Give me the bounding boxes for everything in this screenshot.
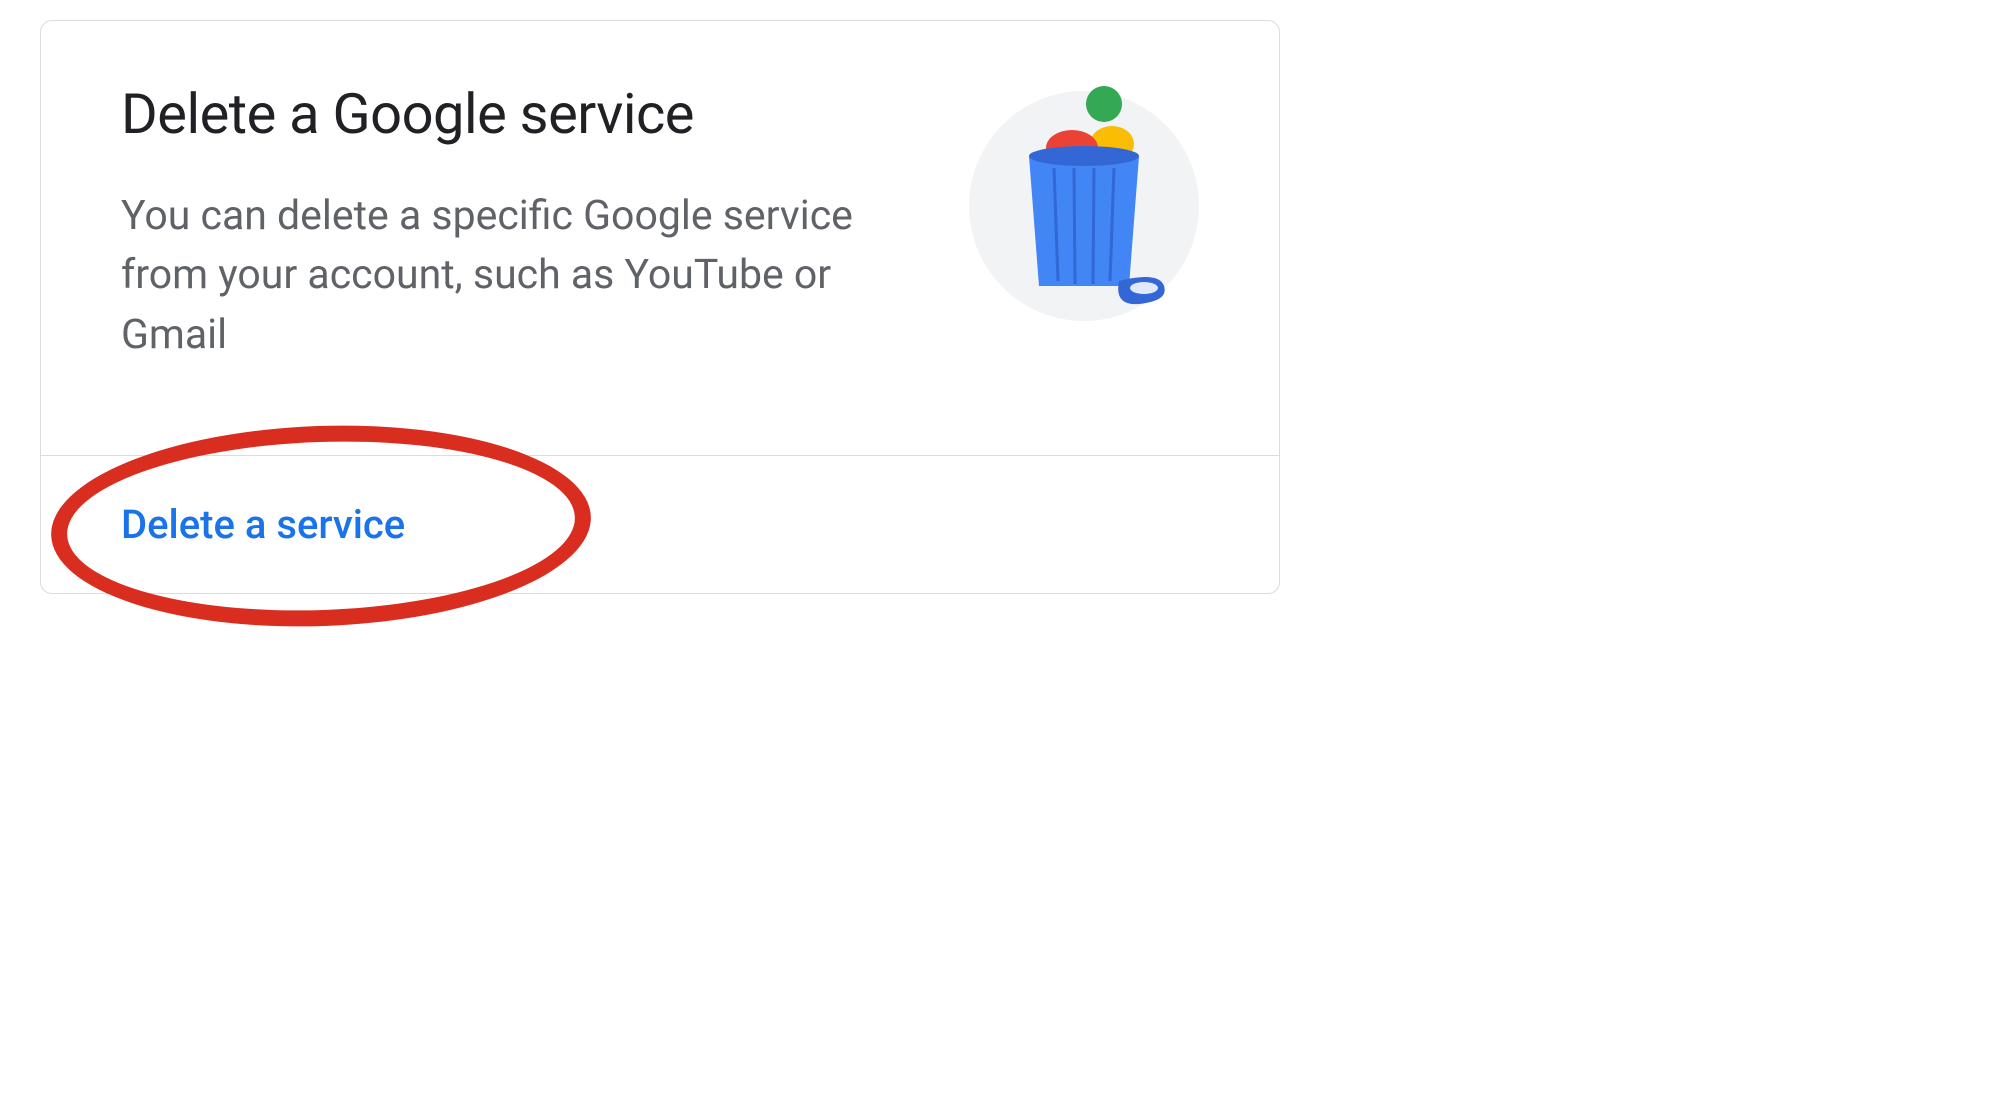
card-body: Delete a Google service You can delete a…	[41, 21, 1279, 455]
card-description: You can delete a specific Google ser­vic…	[121, 187, 921, 365]
card-footer: Delete a service	[41, 455, 1279, 593]
card-title: Delete a Google service	[121, 81, 929, 147]
trash-bin-icon	[969, 91, 1199, 321]
text-content: Delete a Google service You can delete a…	[121, 81, 929, 365]
delete-service-link[interactable]: Delete a service	[121, 501, 405, 548]
delete-service-card: Delete a Google service You can delete a…	[40, 20, 1280, 594]
